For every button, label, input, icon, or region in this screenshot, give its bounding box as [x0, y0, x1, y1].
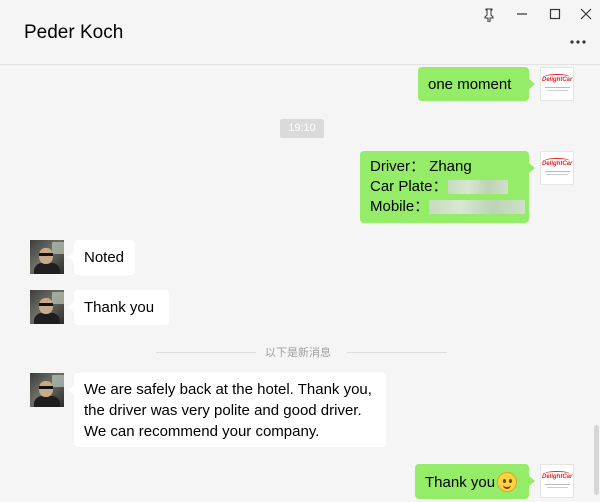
contact-avatar[interactable] — [30, 240, 64, 274]
logo-text: DelightCar — [542, 161, 573, 167]
message-line: We can recommend your company. — [84, 423, 320, 440]
contact-avatar[interactable] — [30, 290, 64, 324]
own-avatar[interactable]: DelightCar — [540, 67, 574, 101]
title-bar: Peder Koch — [0, 0, 600, 65]
message-text: one moment — [428, 76, 512, 93]
avatar-background — [52, 292, 64, 304]
divider-line-right — [347, 352, 447, 353]
logo-line — [547, 90, 568, 91]
driver-line: Driver： Zhang — [370, 157, 519, 177]
redacted-mobile — [429, 200, 526, 215]
maximize-icon[interactable] — [547, 8, 563, 24]
avatar-face — [39, 248, 53, 264]
logo-line — [545, 484, 570, 485]
avatar-face — [39, 381, 53, 397]
avatar-body — [34, 263, 60, 274]
sent-message-bubble[interactable]: Driver： Zhang Car Plate： Mobile： — [360, 151, 535, 223]
avatar-body — [34, 396, 60, 407]
avatar-body — [34, 313, 60, 324]
avatar-background — [52, 242, 64, 254]
avatar-glasses — [39, 253, 53, 256]
driver-value: Zhang — [429, 158, 472, 175]
avatar-face — [39, 298, 53, 314]
avatar-glasses — [39, 303, 53, 306]
car-plate-line: Car Plate： — [370, 177, 519, 197]
pin-icon[interactable] — [481, 8, 497, 24]
mobile-label: Mobile： — [370, 198, 430, 215]
avatar-glasses — [39, 386, 53, 389]
sent-message-bubble[interactable]: Thank you — [415, 464, 535, 499]
logo-line — [547, 174, 568, 175]
logo-line — [547, 487, 568, 488]
own-avatar[interactable]: DelightCar — [540, 464, 574, 498]
mobile-line: Mobile： — [370, 197, 526, 217]
smile-emoji-icon — [497, 472, 518, 492]
logo-text: DelightCar — [542, 474, 573, 480]
own-avatar[interactable]: DelightCar — [540, 151, 574, 185]
car-plate-label: Car Plate： — [370, 178, 448, 195]
message-text: Noted — [84, 249, 125, 266]
more-options-icon[interactable] — [570, 30, 586, 46]
message-text: Thank you — [425, 474, 496, 491]
chat-scrollbar[interactable] — [594, 425, 599, 495]
received-message-bubble[interactable]: Thank you — [68, 290, 169, 325]
received-message-bubble[interactable]: Noted — [68, 240, 135, 275]
chat-title: Peder Koch — [24, 22, 124, 43]
message-line: We are safely back at the hotel. Thank y… — [84, 381, 372, 398]
message-line: the driver was very polite and good driv… — [84, 402, 362, 419]
close-icon[interactable] — [578, 8, 594, 24]
logo-line — [545, 171, 570, 172]
avatar-background — [52, 375, 64, 387]
logo-text: DelightCar — [542, 77, 573, 83]
message-timestamp: 19:10 — [280, 119, 324, 138]
driver-label: Driver： — [370, 158, 425, 175]
divider-line-left — [156, 352, 256, 353]
sent-message-bubble[interactable]: one moment — [418, 67, 535, 101]
logo-line — [545, 87, 570, 88]
chat-area[interactable]: one moment DelightCar 19:10 Driver： Zhan… — [0, 65, 600, 502]
redacted-car-plate — [447, 180, 508, 195]
received-message-bubble[interactable]: We are safely back at the hotel. Thank y… — [68, 373, 386, 447]
minimize-icon[interactable] — [514, 8, 530, 24]
message-text: Thank you — [84, 299, 155, 316]
contact-avatar[interactable] — [30, 373, 64, 407]
new-messages-divider: 以下是新消息 — [265, 347, 331, 359]
